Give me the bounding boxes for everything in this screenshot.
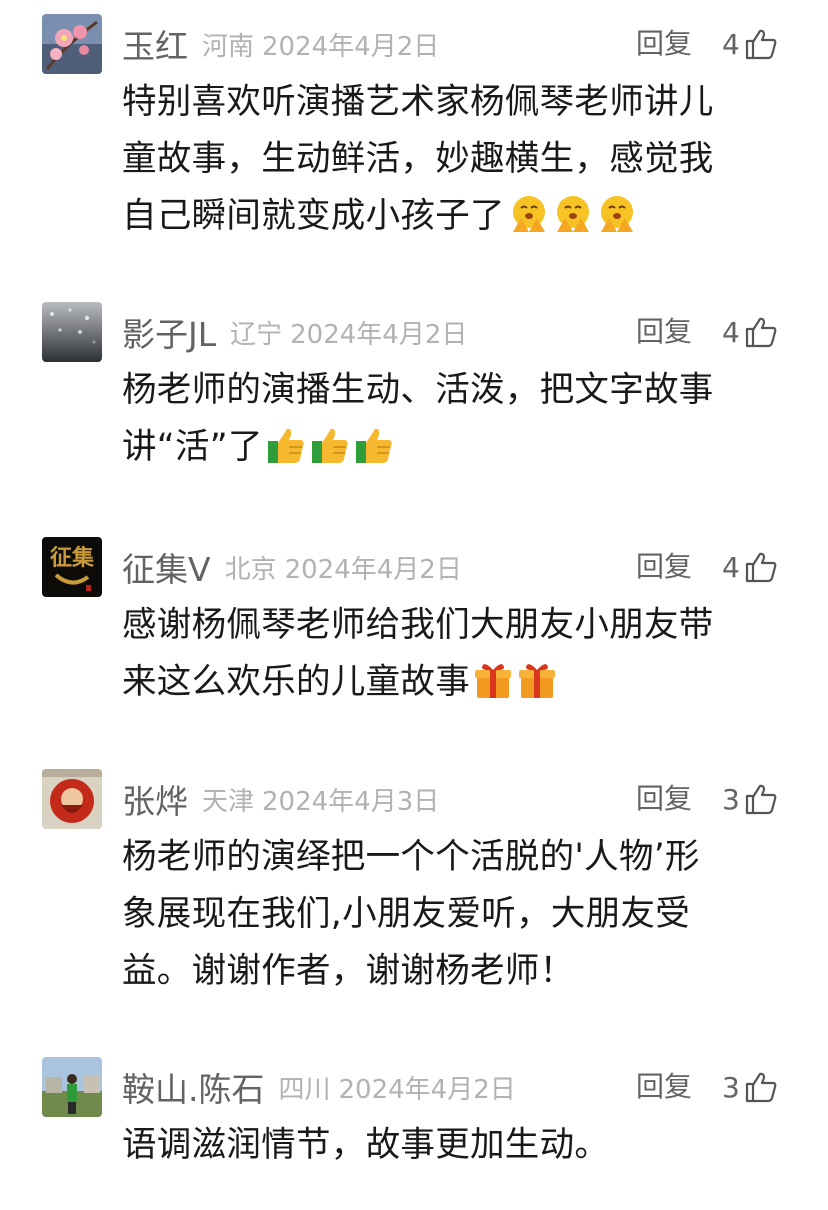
reply-button[interactable]: 回复 [636, 14, 692, 74]
location: 辽宁 [230, 319, 283, 350]
like-count: 4 [722, 315, 740, 349]
pray-face-emoji-icon [507, 194, 549, 234]
location: 四川 [278, 1074, 331, 1105]
like-count: 3 [722, 782, 740, 816]
comment-line: 语调滋润情节，故事更加生动。 [122, 1125, 610, 1165]
comment-meta: 张烨 天津 2024年4月3日 [122, 769, 439, 829]
reply-button[interactable]: 回复 [636, 302, 692, 362]
comment-line: 童故事，生动鲜活，妙趣横生，感觉我 [122, 139, 714, 179]
thumbs-up-icon [744, 551, 778, 583]
comment-text: 杨老师的演播生动、活泼，把文字故事 讲“活”了 [122, 362, 792, 476]
nickname[interactable]: 鞍山.陈石 [122, 1063, 265, 1111]
date: 2024年4月2日 [284, 554, 462, 585]
date: 2024年4月2日 [290, 319, 468, 350]
avatar-person-photo[interactable] [42, 1057, 102, 1117]
date: 2024年4月2日 [262, 31, 440, 62]
like-button[interactable]: 3 [722, 1057, 778, 1117]
nickname[interactable]: 张烨 [122, 775, 188, 823]
like-count: 4 [722, 550, 740, 584]
avatar-glyph: 征集 [50, 545, 95, 570]
comment-line: 象展现在我们,小朋友爱听，大朋友受 [122, 894, 691, 934]
location: 天津 [202, 786, 255, 817]
thumbs-up-icon [744, 1071, 778, 1103]
location: 北京 [224, 554, 277, 585]
thumbs-up-emoji-icon [265, 425, 307, 465]
date: 2024年4月2日 [338, 1074, 516, 1105]
like-button[interactable]: 3 [722, 769, 778, 829]
comment-meta: 征集V 北京 2024年4月2日 [122, 537, 462, 597]
comment-text: 杨老师的演绎把一个个活脱的'人物’形 象展现在我们,小朋友爱听，大朋友受 益。谢… [122, 829, 792, 1000]
gift-emoji-icon [472, 660, 514, 700]
nickname[interactable]: 征集V [122, 543, 211, 591]
comment-line-text: 来这么欢乐的儿童故事 [122, 662, 470, 702]
date: 2024年4月3日 [262, 786, 440, 817]
comment-line: 益。谢谢作者，谢谢杨老师！ [122, 951, 575, 991]
comment-line: 感谢杨佩琴老师给我们大朋友小朋友带 [122, 605, 714, 645]
thumbs-up-emoji-icon [353, 425, 395, 465]
thumbs-up-icon [744, 783, 778, 815]
comment-meta: 玉红 河南 2024年4月2日 [122, 14, 439, 74]
comment-line-text: 自己瞬间就变成小孩子了 [122, 196, 505, 236]
like-count: 4 [722, 27, 740, 61]
comment-line: 杨老师的演播生动、活泼，把文字故事 [122, 370, 714, 410]
comment-line: 来这么欢乐的儿童故事 [122, 654, 792, 711]
thumbs-up-icon [744, 28, 778, 60]
comment-line-text: 讲“活”了 [122, 427, 263, 467]
location: 河南 [202, 31, 255, 62]
thumbs-up-icon [744, 316, 778, 348]
nickname[interactable]: 玉红 [122, 20, 188, 68]
comment-meta: 鞍山.陈石 四川 2024年4月2日 [122, 1057, 516, 1117]
like-count: 3 [722, 1070, 740, 1104]
avatar-plum-blossom[interactable] [42, 14, 102, 74]
like-button[interactable]: 4 [722, 14, 778, 74]
thumbs-up-emoji-icon [309, 425, 351, 465]
reply-button[interactable]: 回复 [636, 1057, 692, 1117]
reply-button[interactable]: 回复 [636, 537, 692, 597]
pray-face-emoji-icon [595, 194, 637, 234]
comment-meta: 影子JL 辽宁 2024年4月2日 [122, 302, 467, 362]
comment-line: 特别喜欢听演播艺术家杨佩琴老师讲儿 [122, 82, 714, 122]
like-button[interactable]: 4 [722, 302, 778, 362]
nickname[interactable]: 影子JL [122, 308, 216, 356]
pray-face-emoji-icon [551, 194, 593, 234]
avatar-calligraphy[interactable]: 征集 [42, 537, 102, 597]
reply-button[interactable]: 回复 [636, 769, 692, 829]
comment-line: 杨老师的演绎把一个个活脱的'人物’形 [122, 837, 700, 877]
comment-line: 自己瞬间就变成小孩子了 [122, 188, 792, 245]
like-button[interactable]: 4 [722, 537, 778, 597]
comment-line: 讲“活”了 [122, 419, 792, 476]
avatar-red-figure[interactable] [42, 769, 102, 829]
comment-text: 感谢杨佩琴老师给我们大朋友小朋友带 来这么欢乐的儿童故事 [122, 597, 792, 711]
avatar-rainy-window[interactable] [42, 302, 102, 362]
comment-text: 特别喜欢听演播艺术家杨佩琴老师讲儿 童故事，生动鲜活，妙趣横生，感觉我 自己瞬间… [122, 74, 792, 245]
comment-text: 语调滋润情节，故事更加生动。 [122, 1117, 792, 1174]
gift-emoji-icon [516, 660, 558, 700]
